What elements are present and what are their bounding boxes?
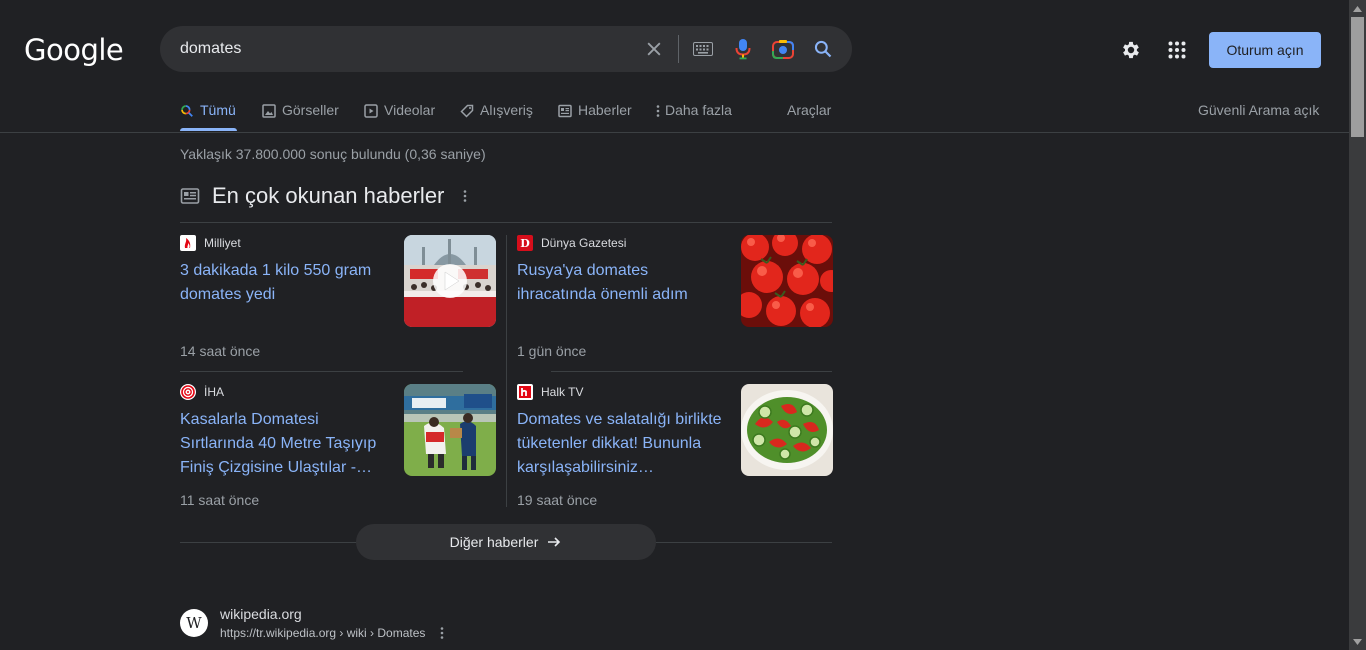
search-icon[interactable] bbox=[811, 37, 835, 61]
news-card[interactable]: Halk TV Domates ve salatalığı birlikte t… bbox=[517, 384, 833, 514]
wikipedia-favicon: W bbox=[180, 609, 208, 637]
news-time: 19 saat önce bbox=[517, 492, 598, 508]
scroll-down-arrow-icon[interactable] bbox=[1349, 633, 1366, 650]
news-time: 14 saat önce bbox=[180, 343, 261, 359]
result-url[interactable]: https://tr.wikipedia.org › wiki › Domate… bbox=[220, 626, 425, 640]
news-headline[interactable]: 3 dakikada 1 kilo 550 gram domates yedi bbox=[180, 259, 390, 307]
news-top-divider bbox=[180, 222, 832, 223]
result-site-name[interactable]: wikipedia.org bbox=[220, 606, 302, 622]
header-divider bbox=[0, 132, 1349, 133]
news-video-thumbnail[interactable] bbox=[404, 235, 496, 327]
news-card[interactable]: D Dünya Gazetesi Rusya'ya domates ihraca… bbox=[517, 235, 833, 365]
news-tomatoes-thumbnail[interactable] bbox=[741, 235, 833, 327]
news-headline[interactable]: Rusya'ya domates ihracatında önemli adım bbox=[517, 259, 727, 307]
scroll-up-arrow-icon[interactable] bbox=[1349, 0, 1366, 17]
milliyet-logo-icon bbox=[180, 235, 196, 251]
tab-label: Videolar bbox=[384, 102, 436, 118]
tab-label: Görseller bbox=[282, 102, 339, 118]
tab-label: Alışveriş bbox=[480, 102, 533, 118]
news-source-name: Halk TV bbox=[541, 385, 584, 399]
news-source-name: Dünya Gazetesi bbox=[541, 236, 627, 250]
halktv-logo-icon bbox=[517, 384, 533, 400]
video-icon bbox=[364, 104, 378, 121]
tab-label: Haberler bbox=[578, 102, 632, 118]
news-icon bbox=[558, 104, 572, 121]
news-source: İHA bbox=[180, 384, 224, 400]
dunya-logo-icon: D bbox=[517, 235, 533, 251]
more-news-label: Diğer haberler bbox=[449, 534, 539, 550]
settings-gear-icon[interactable] bbox=[1119, 38, 1143, 62]
tools-button[interactable]: Araçlar bbox=[787, 102, 831, 118]
top-stories-title: En çok okunan haberler bbox=[212, 183, 445, 208]
more-vert-icon[interactable] bbox=[436, 625, 448, 641]
news-card[interactable]: İHA Kasalarla Domatesi Sırtlarında 40 Me… bbox=[180, 384, 496, 514]
search-icon bbox=[180, 104, 194, 121]
news-source: Halk TV bbox=[517, 384, 583, 400]
safe-search-status[interactable]: Güvenli Arama açık bbox=[1198, 102, 1319, 118]
news-salad-thumbnail[interactable] bbox=[741, 384, 833, 476]
result-stats: Yaklaşık 37.800.000 sonuç bulundu (0,36 … bbox=[180, 146, 486, 162]
more-vert-icon bbox=[655, 104, 661, 121]
tab-images[interactable]: Görseller bbox=[262, 102, 339, 134]
tab-more[interactable]: Daha fazla bbox=[655, 102, 732, 134]
search-box[interactable] bbox=[160, 26, 852, 72]
news-source: Milliyet bbox=[180, 235, 241, 251]
search-divider bbox=[678, 35, 679, 63]
news-source: D Dünya Gazetesi bbox=[517, 235, 626, 251]
clear-icon[interactable] bbox=[642, 37, 666, 61]
news-time: 11 saat önce bbox=[180, 492, 260, 508]
sign-in-button[interactable]: Oturum açın bbox=[1209, 32, 1321, 68]
keyboard-icon[interactable] bbox=[691, 37, 715, 61]
news-row-divider bbox=[180, 371, 463, 372]
tab-videos[interactable]: Videolar bbox=[364, 102, 435, 134]
news-source-name: İHA bbox=[204, 385, 225, 399]
search-input[interactable] bbox=[180, 26, 640, 72]
apps-grid-icon[interactable] bbox=[1165, 38, 1189, 62]
tag-icon bbox=[460, 104, 474, 121]
lens-camera-icon[interactable] bbox=[771, 37, 795, 61]
news-headline[interactable]: Kasalarla Domatesi Sırtlarında 40 Metre … bbox=[180, 408, 390, 480]
tab-news[interactable]: Haberler bbox=[558, 102, 632, 134]
news-time: 1 gün önce bbox=[517, 343, 587, 359]
news-race-thumbnail[interactable] bbox=[404, 384, 496, 476]
news-section-icon bbox=[180, 186, 200, 206]
tab-label: Tümü bbox=[200, 102, 236, 118]
news-headline[interactable]: Domates ve salatalığı birlikte tüketenle… bbox=[517, 408, 727, 480]
news-vertical-divider bbox=[506, 235, 507, 507]
more-news-button[interactable]: Diğer haberler bbox=[356, 524, 656, 560]
news-source-name: Milliyet bbox=[204, 236, 241, 250]
google-logo[interactable]: Google bbox=[24, 33, 124, 67]
tab-label: Daha fazla bbox=[665, 102, 732, 118]
microphone-icon[interactable] bbox=[731, 37, 755, 61]
iha-logo-icon bbox=[180, 384, 196, 400]
arrow-right-icon bbox=[546, 534, 562, 550]
active-tab-indicator bbox=[180, 128, 237, 131]
more-vert-icon[interactable] bbox=[462, 189, 468, 203]
scrollbar-thumb[interactable] bbox=[1351, 17, 1364, 137]
news-row-divider bbox=[551, 371, 832, 372]
image-icon bbox=[262, 104, 276, 121]
news-card[interactable]: Milliyet 3 dakikada 1 kilo 550 gram doma… bbox=[180, 235, 496, 365]
top-stories-header: En çok okunan haberler bbox=[180, 183, 468, 209]
tab-shopping[interactable]: Alışveriş bbox=[460, 102, 533, 134]
